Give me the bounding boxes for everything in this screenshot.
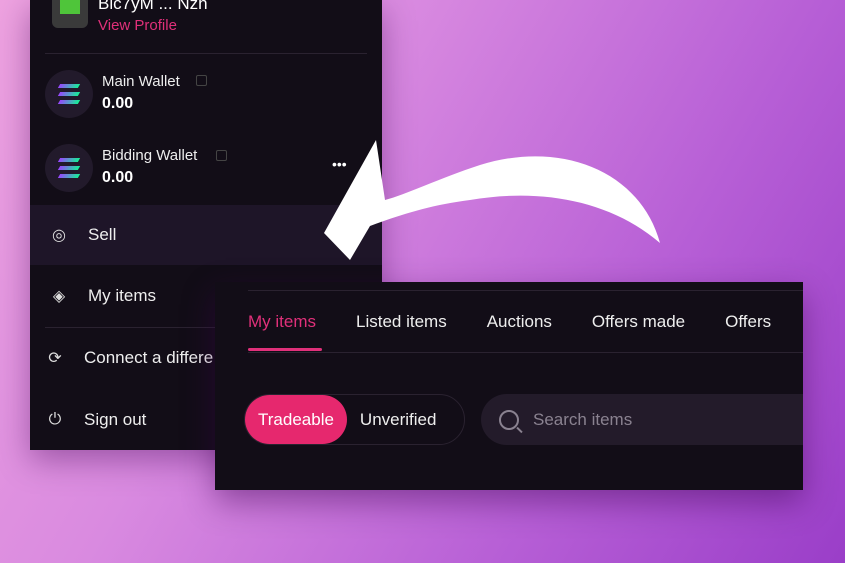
arrow-graphic <box>324 140 660 260</box>
curved-arrow-icon <box>324 140 660 260</box>
